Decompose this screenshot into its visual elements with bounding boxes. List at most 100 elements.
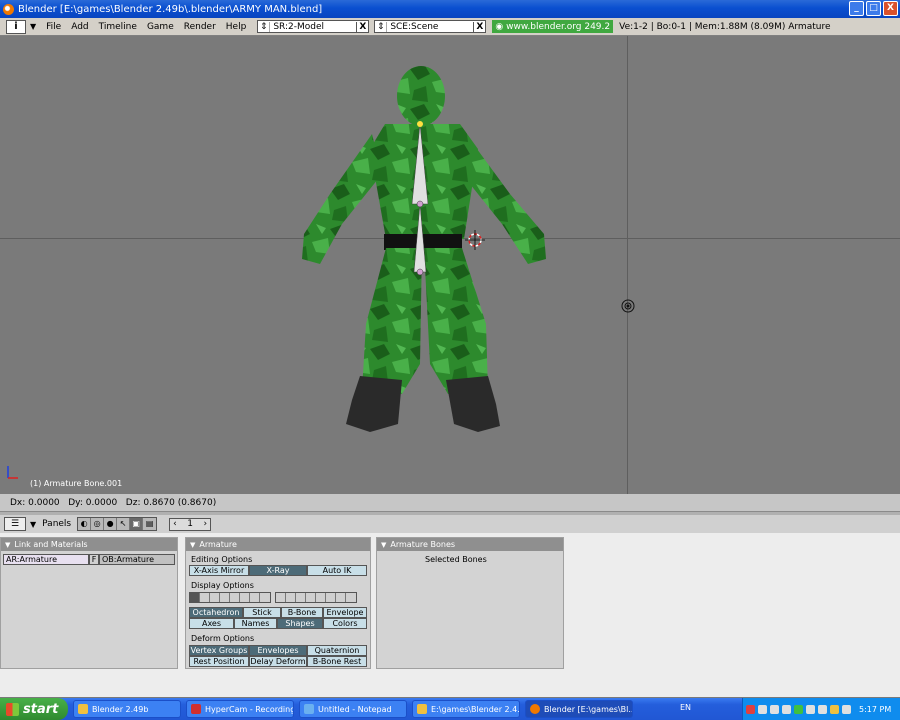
taskbar-item[interactable]: Blender 2.49b — [73, 700, 181, 718]
object-name-field[interactable]: OB:Armature — [99, 554, 175, 565]
maximize-button[interactable]: □ — [866, 1, 881, 16]
menu-render[interactable]: Render — [179, 22, 221, 32]
draw-envelope-button[interactable]: Envelope — [323, 607, 367, 618]
windows-logo-icon — [6, 702, 19, 716]
scene-browse-icon[interactable]: ⇕ — [375, 21, 388, 32]
vertex-groups-toggle[interactable]: Vertex Groups — [189, 645, 249, 656]
header-collapse-icon[interactable]: ▼ — [30, 520, 36, 529]
layer-button[interactable] — [200, 593, 210, 602]
clock[interactable]: 5:17 PM — [859, 705, 891, 714]
menu-file[interactable]: File — [41, 22, 66, 32]
draw-stick-button[interactable]: Stick — [243, 607, 281, 618]
layer-button[interactable] — [336, 593, 346, 602]
panel-collapse-icon[interactable]: ▼ — [381, 541, 386, 549]
panel-collapse-icon[interactable]: ▼ — [190, 541, 195, 549]
screen-selector[interactable]: ⇕ SR:2-Model X — [257, 20, 370, 33]
taskbar-item[interactable]: Blender [E:\games\Bl... — [525, 700, 633, 718]
draw-names-toggle[interactable]: Names — [234, 618, 277, 629]
layer-button[interactable] — [286, 593, 296, 602]
taskbar-item[interactable]: Untitled - Notepad — [299, 700, 407, 718]
collapse-triangle-icon[interactable]: ▼ — [30, 22, 36, 31]
tray-icon[interactable] — [782, 704, 791, 714]
tray-icon[interactable] — [770, 704, 779, 714]
start-button[interactable]: start — [0, 698, 68, 720]
frame-value[interactable]: 1 — [187, 519, 193, 530]
language-indicator[interactable]: EN — [680, 703, 691, 712]
logic-context-icon[interactable]: ◐ — [78, 518, 92, 530]
layer-button[interactable] — [260, 593, 270, 602]
scene-context-icon[interactable]: ▤ — [143, 518, 157, 530]
3d-viewport[interactable]: (1) Armature Bone.001 — [0, 36, 900, 494]
draw-colors-toggle[interactable]: Colors — [323, 618, 367, 629]
layer-button[interactable] — [210, 593, 220, 602]
tray-icon[interactable] — [758, 704, 767, 714]
screen-browse-icon[interactable]: ⇕ — [258, 21, 271, 32]
layer-button[interactable] — [230, 593, 240, 602]
bbone-rest-toggle[interactable]: B-Bone Rest — [307, 656, 367, 667]
layer-button[interactable] — [276, 593, 286, 602]
scene-delete-icon[interactable]: X — [473, 21, 485, 32]
armature-panel-header[interactable]: ▼ Armature — [186, 538, 370, 551]
layer-button[interactable] — [296, 593, 306, 602]
taskbar-item[interactable]: HyperCam - Recording — [186, 700, 294, 718]
layer-button[interactable] — [326, 593, 336, 602]
frame-number-field[interactable]: ‹ 1 › — [169, 517, 212, 531]
window-type-info-button[interactable]: i — [6, 19, 26, 34]
fake-user-toggle[interactable]: F — [89, 554, 99, 565]
website-badge[interactable]: ◉ www.blender.org 249.2 — [492, 20, 614, 33]
taskbar-item[interactable]: E:\games\Blender 2.4... — [412, 700, 520, 718]
x-axis-mirror-toggle[interactable]: X-Axis Mirror — [189, 565, 249, 576]
menu-add[interactable]: Add — [66, 22, 93, 32]
menu-timeline[interactable]: Timeline — [94, 22, 142, 32]
auto-ik-toggle[interactable]: Auto IK — [307, 565, 367, 576]
layer-button[interactable] — [220, 593, 230, 602]
delay-deform-toggle[interactable]: Delay Deform — [249, 656, 307, 667]
x-ray-toggle[interactable]: X-Ray — [249, 565, 307, 576]
envelopes-toggle[interactable]: Envelopes — [249, 645, 307, 656]
screen-name[interactable]: SR:2-Model — [270, 22, 356, 32]
army-man-model[interactable] — [290, 64, 560, 464]
3d-cursor-icon[interactable] — [465, 230, 485, 250]
layer-button[interactable] — [190, 593, 200, 602]
draw-bbone-button[interactable]: B-Bone — [281, 607, 323, 618]
layer-button[interactable] — [316, 593, 326, 602]
tray-icon[interactable] — [806, 704, 815, 714]
armature-bones-header[interactable]: ▼ Armature Bones — [377, 538, 563, 551]
close-button[interactable]: X — [883, 1, 898, 16]
editing-context-icon[interactable]: ▣ — [130, 518, 144, 530]
layer-button[interactable] — [250, 593, 260, 602]
tray-icon[interactable] — [794, 704, 803, 714]
object-context-icon[interactable]: ↖ — [117, 518, 131, 530]
window-type-buttons-menu[interactable]: ☰ — [4, 517, 26, 531]
layer-button[interactable] — [346, 593, 356, 602]
frame-decrement[interactable]: ‹ — [173, 519, 177, 530]
link-materials-header[interactable]: ▼ Link and Materials — [1, 538, 177, 551]
shading-context-icon[interactable]: ● — [104, 518, 118, 530]
draw-octahedron-button[interactable]: Octahedron — [189, 607, 243, 618]
panel-title: Armature Bones — [390, 540, 456, 549]
menu-game[interactable]: Game — [142, 22, 179, 32]
script-context-icon[interactable]: ◎ — [91, 518, 105, 530]
panel-collapse-icon[interactable]: ▼ — [5, 541, 10, 549]
layer-button[interactable] — [306, 593, 316, 602]
volume-icon[interactable] — [818, 704, 827, 714]
link-materials-panel: ▼ Link and Materials AR:Armature F OB:Ar… — [0, 537, 178, 669]
draw-shapes-toggle[interactable]: Shapes — [277, 618, 323, 629]
scene-name[interactable]: SCE:Scene — [387, 22, 473, 32]
rest-position-toggle[interactable]: Rest Position — [189, 656, 249, 667]
tray-icon[interactable] — [746, 704, 755, 714]
screen-delete-icon[interactable]: X — [356, 21, 368, 32]
quaternion-toggle[interactable]: Quaternion — [307, 645, 367, 656]
scene-selector[interactable]: ⇕ SCE:Scene X — [374, 20, 487, 33]
minimize-button[interactable]: _ — [849, 1, 864, 16]
layer-button[interactable] — [240, 593, 250, 602]
panels-menu[interactable]: Panels — [42, 519, 71, 529]
tray-icon[interactable] — [830, 704, 839, 714]
blender-logo-icon: ◉ — [495, 21, 504, 32]
lamp-object-icon[interactable] — [620, 298, 636, 314]
frame-increment[interactable]: › — [204, 519, 208, 530]
draw-axes-toggle[interactable]: Axes — [189, 618, 234, 629]
network-icon[interactable] — [842, 704, 851, 714]
armature-data-field[interactable]: AR:Armature — [3, 554, 89, 565]
menu-help[interactable]: Help — [221, 22, 252, 32]
